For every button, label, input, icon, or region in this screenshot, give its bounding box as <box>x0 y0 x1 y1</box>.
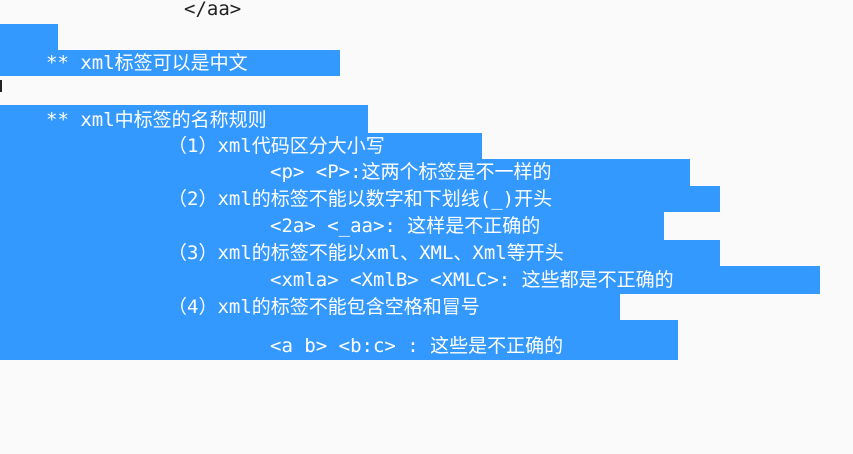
code-line-rule-3-example: <xmla> <XmlB> <XMLC>: 这些都是不正确的 <box>270 269 674 291</box>
code-line-rule-4: （4）xml的标签不能包含空格和冒号 <box>168 296 480 318</box>
text-caret <box>0 80 2 92</box>
code-line-chinese-tag: ** xml标签可以是中文 <box>46 52 248 74</box>
code-line-rule-3: （3）xml的标签不能以xml、XML、Xml等开头 <box>168 242 564 264</box>
code-line-rule-1: （1）xml代码区分大小写 <box>168 135 385 157</box>
code-line-naming-rules: ** xml中标签的名称规则 <box>46 109 267 131</box>
text-editor[interactable]: </aa> ** xml标签可以是中文 ** xml中标签的名称规则 （1）xm… <box>0 0 853 454</box>
selection-block-empty-1 <box>0 24 58 50</box>
code-line-rule-4-example: <a b> <b:c> : 这些是不正确的 <box>270 335 564 357</box>
code-line-rule-1-example: <p> <P>:这两个标签是不一样的 <box>270 161 552 183</box>
code-line-rule-2: （2）xml的标签不能以数字和下划线(_)开头 <box>168 188 553 210</box>
code-line-rule-2-example: <2a> <_aa>: 这样是不正确的 <box>270 215 541 237</box>
code-line-closing-tag: </aa> <box>184 0 242 20</box>
